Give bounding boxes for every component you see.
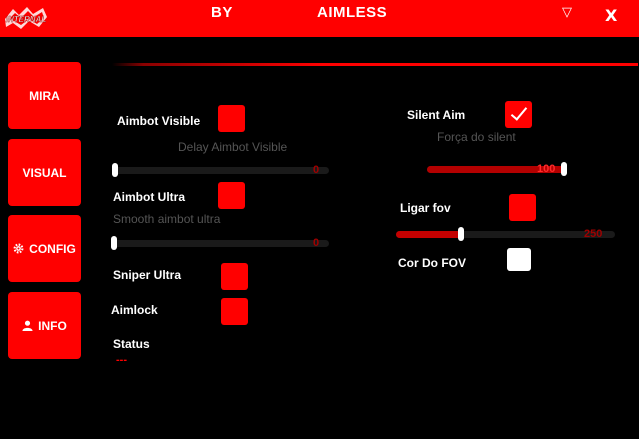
forca-silent-slider[interactable]: 100 [427, 162, 567, 176]
smooth-aimbot-ultra-slider[interactable]: 0 [111, 236, 329, 250]
delay-aimbot-visible-value: 0 [313, 164, 320, 176]
sniper-ultra-label: Sniper Ultra [113, 268, 182, 282]
sniper-ultra-checkbox[interactable] [221, 263, 248, 290]
nav-mira-label: MIRA [29, 88, 60, 103]
gear-icon [13, 243, 24, 254]
aimlock-label: Aimlock [111, 303, 158, 317]
forca-silent-label: Força do silent [437, 130, 516, 144]
aimbot-ultra-checkbox[interactable] [218, 182, 245, 209]
status-value: --- [116, 354, 127, 366]
cor-do-fov-color-swatch[interactable] [507, 248, 531, 271]
minimize-button[interactable]: ▽ [562, 4, 572, 20]
aimbot-visible-checkbox[interactable] [218, 105, 245, 132]
nav-visual-label: VISUAL [22, 165, 67, 180]
app-title: AIMLESS [317, 4, 388, 21]
aimlock-checkbox[interactable] [221, 298, 248, 325]
title-bar: INTERNAL BY AIMLESS ▽ X [0, 0, 639, 37]
header-separator [112, 63, 638, 66]
fov-value: 250 [584, 228, 603, 240]
fov-slider[interactable]: 250 [396, 227, 615, 241]
title-by: BY [211, 4, 233, 21]
silent-aim-label: Silent Aim [407, 108, 466, 122]
forca-silent-value: 100 [537, 163, 556, 175]
nav-config-label: CONFIG [29, 241, 76, 256]
delay-aimbot-visible-label: Delay Aimbot Visible [178, 140, 288, 154]
fov-handle[interactable] [458, 227, 464, 241]
delay-aimbot-visible-handle[interactable] [112, 163, 118, 177]
smooth-aimbot-ultra-handle[interactable] [111, 236, 117, 250]
smooth-aimbot-ultra-label: Smooth aimbot ultra [113, 212, 221, 226]
nav-visual-button[interactable]: VISUAL [8, 139, 81, 206]
user-icon [22, 320, 33, 331]
nav-config-button[interactable]: CONFIG [8, 215, 81, 282]
triangle-down-icon: ▽ [562, 4, 572, 19]
aimbot-visible-label: Aimbot Visible [117, 114, 201, 128]
nav-info-button[interactable]: INFO [8, 292, 81, 359]
fov-fill [396, 231, 461, 238]
nav-info-label: INFO [38, 318, 67, 333]
status-label: Status [113, 337, 150, 351]
cor-do-fov-label: Cor Do FOV [398, 256, 466, 270]
silent-aim-checkbox[interactable] [505, 101, 532, 128]
nav-mira-button[interactable]: MIRA [8, 62, 81, 129]
close-button[interactable]: X [605, 6, 617, 25]
internal-logo: INTERNAL [3, 5, 49, 31]
ligar-fov-label: Ligar fov [400, 201, 451, 215]
forca-silent-handle[interactable] [561, 162, 567, 176]
smooth-aimbot-ultra-value: 0 [313, 237, 320, 249]
aimbot-ultra-label: Aimbot Ultra [113, 190, 185, 204]
delay-aimbot-visible-slider[interactable]: 0 [112, 163, 329, 177]
ligar-fov-checkbox[interactable] [509, 194, 536, 221]
svg-text:INTERNAL: INTERNAL [6, 15, 47, 24]
